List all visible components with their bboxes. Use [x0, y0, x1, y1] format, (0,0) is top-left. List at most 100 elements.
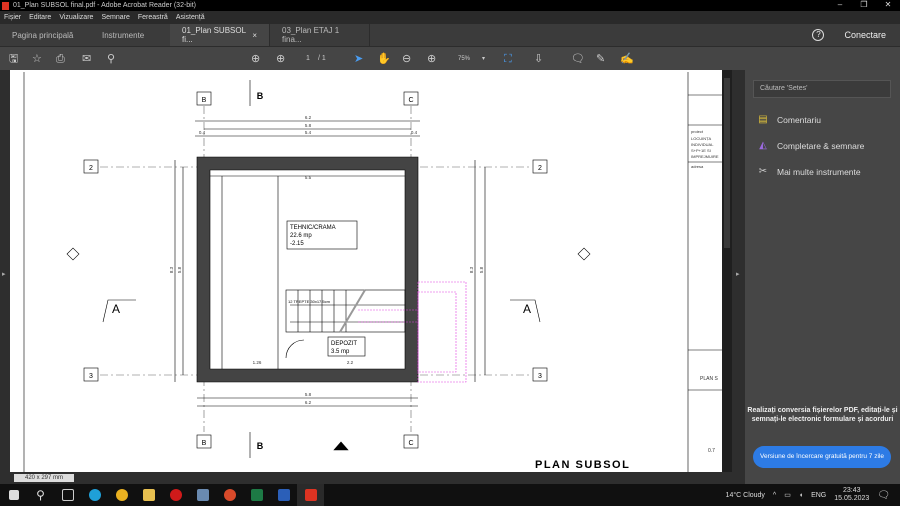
- calculator-icon[interactable]: [189, 484, 216, 506]
- hand-tool-icon[interactable]: ✋: [377, 52, 391, 66]
- print-icon[interactable]: ⎙: [56, 52, 65, 66]
- right-panel-toggle-icon[interactable]: ▸: [736, 270, 740, 278]
- task-view-icon[interactable]: [54, 484, 81, 506]
- comment-icon[interactable]: 🗨: [571, 52, 585, 66]
- taskbar: ⚲ 14°C Cloudy ^ ▭ ◖ ENG 23:43 15.05.2023…: [0, 484, 900, 506]
- dimension-text: 6.2: [305, 400, 312, 405]
- select-cursor-icon[interactable]: ➤: [354, 52, 363, 66]
- section-label-b: B: [257, 91, 264, 101]
- excel-icon[interactable]: [243, 484, 270, 506]
- sign-icon[interactable]: ✍: [620, 52, 634, 66]
- axis-label-c: C: [408, 97, 413, 104]
- tool-comment[interactable]: ▤ Comentariu: [757, 114, 821, 126]
- axis-label-c: C: [408, 440, 413, 447]
- email-icon[interactable]: ✉: [82, 52, 91, 66]
- edge-icon[interactable]: [81, 484, 108, 506]
- status-bar: [10, 472, 732, 482]
- stairs-label: 12 TREPTE 30x17.5cm: [288, 299, 331, 304]
- acrobat-icon: [2, 1, 9, 10]
- sign-in-button[interactable]: Conectare: [844, 30, 886, 40]
- tab-doc-etaj[interactable]: 03_Plan ETAJ 1 fina...: [270, 24, 370, 46]
- axis-label-2: 2: [89, 165, 93, 172]
- section-label-a: A: [523, 302, 531, 316]
- drawing-title: PLAN SUBSOL: [535, 459, 630, 471]
- menu-bar: Fișier Editare Vizualizare Semnare Ferea…: [0, 11, 900, 24]
- stairs: [285, 289, 406, 333]
- title-block-text: proiect: [691, 129, 704, 134]
- search-zoom-icon[interactable]: ⚲: [107, 52, 115, 66]
- axis-label-b: B: [202, 440, 207, 447]
- tray-chevron-icon[interactable]: ^: [773, 492, 776, 499]
- dimension-text: 5.8: [177, 266, 182, 273]
- zoom-dropdown-icon[interactable]: ▾: [482, 52, 485, 66]
- title-block-text: LOCUINȚA: [691, 136, 712, 141]
- chrome-profile-icon[interactable]: [216, 484, 243, 506]
- pdf-page: B C B C 2 2 3 3 A A B B 6.2 5.8 5.4 0.4 …: [10, 70, 722, 472]
- bookmark-star-icon[interactable]: ☆: [32, 52, 42, 66]
- scrollbar-thumb[interactable]: [724, 78, 730, 248]
- acrobat-taskbar-icon[interactable]: [297, 484, 324, 506]
- fill-sign-icon: ◭: [759, 140, 767, 151]
- comment-icon: ▤: [758, 114, 768, 125]
- tool-fill-sign[interactable]: ◭ Completare & semnare: [757, 140, 864, 152]
- windows-start-icon[interactable]: [0, 484, 27, 506]
- menu-help[interactable]: Asistență: [176, 14, 205, 21]
- zoom-out-icon[interactable]: ⊖: [402, 52, 411, 66]
- title-block-text: 0.7: [708, 448, 715, 454]
- exterior-walls: [196, 156, 419, 383]
- prev-page-icon[interactable]: ⊕: [251, 52, 260, 66]
- tools-panel: Căutare 'Setes' ▤ Comentariu ◭ Completar…: [745, 70, 900, 484]
- word-icon[interactable]: [270, 484, 297, 506]
- notifications-icon[interactable]: 🗨: [877, 490, 890, 501]
- axis-label-3: 3: [89, 373, 93, 380]
- close-button[interactable]: ✕: [876, 0, 900, 9]
- scroll-mode-icon[interactable]: ⇩: [534, 52, 543, 66]
- save-icon[interactable]: 🖫: [9, 52, 18, 66]
- page-number-input[interactable]: 1: [306, 52, 310, 66]
- section-label-b: B: [257, 441, 264, 451]
- minimize-button[interactable]: –: [828, 0, 852, 9]
- dimension-text: 5.8: [305, 392, 312, 397]
- search-icon[interactable]: ⚲: [27, 484, 54, 506]
- language-indicator[interactable]: ENG: [811, 492, 826, 499]
- zoom-in-icon[interactable]: ⊕: [427, 52, 436, 66]
- time: 23:43: [843, 487, 861, 494]
- highlight-pen-icon[interactable]: ✎: [596, 52, 605, 66]
- volume-icon[interactable]: ◖: [799, 492, 803, 499]
- file-explorer-icon[interactable]: [135, 484, 162, 506]
- opera-icon[interactable]: [162, 484, 189, 506]
- dimension-text: 5.5: [305, 175, 312, 180]
- tab-doc-subsol[interactable]: 01_Plan SUBSOL fi... ×: [170, 24, 270, 46]
- menu-edit[interactable]: Editare: [29, 14, 51, 21]
- menu-window[interactable]: Fereastră: [138, 14, 168, 21]
- network-icon[interactable]: ▭: [784, 491, 791, 499]
- help-icon[interactable]: ?: [812, 29, 825, 41]
- dimension-text: 5.8: [479, 266, 484, 273]
- chrome-icon[interactable]: [108, 484, 135, 506]
- axis-label-3: 3: [538, 373, 542, 380]
- menu-sign[interactable]: Semnare: [101, 14, 129, 21]
- fit-page-icon[interactable]: ⛶: [504, 52, 512, 66]
- zoom-level-select[interactable]: 75%: [458, 52, 470, 66]
- next-page-icon[interactable]: ⊕: [276, 52, 285, 66]
- left-panel-toggle-icon[interactable]: ▸: [2, 270, 6, 278]
- page-size-label: 420 x 297 mm: [14, 474, 74, 482]
- dimension-text: 2.2: [347, 360, 354, 365]
- title-block-text: IMPREJMUIRE: [691, 154, 719, 159]
- tab-close-icon[interactable]: ×: [252, 31, 257, 40]
- door-swing: [285, 339, 305, 359]
- clock[interactable]: 23:43 15.05.2023: [834, 487, 869, 503]
- menu-file[interactable]: Fișier: [4, 14, 21, 21]
- tab-home[interactable]: Pagina principală: [0, 24, 90, 46]
- toolbar: 🖫 ☆ ⎙ ✉ ⚲ ⊕ ⊕ 1 / 1 ➤ ✋ ⊖ ⊕ 75% ▾ ⛶ ⇩ 🗨 …: [0, 46, 900, 70]
- maximize-button[interactable]: ❐: [852, 0, 876, 9]
- free-trial-button[interactable]: Versiune de încercare gratuită pentru 7 …: [753, 446, 891, 468]
- tools-search-input[interactable]: Căutare 'Setes': [753, 80, 891, 98]
- tab-tools[interactable]: Instrumente: [90, 24, 170, 46]
- tool-label: Mai multe instrumente: [777, 167, 861, 177]
- menu-view[interactable]: Vizualizare: [59, 14, 93, 21]
- room-area: 22.6 mp: [290, 233, 312, 239]
- weather-widget[interactable]: 14°C Cloudy: [726, 492, 765, 499]
- tool-more[interactable]: ✂ Mai multe instrumente: [757, 166, 861, 178]
- title-block-text: adresa: [691, 164, 704, 169]
